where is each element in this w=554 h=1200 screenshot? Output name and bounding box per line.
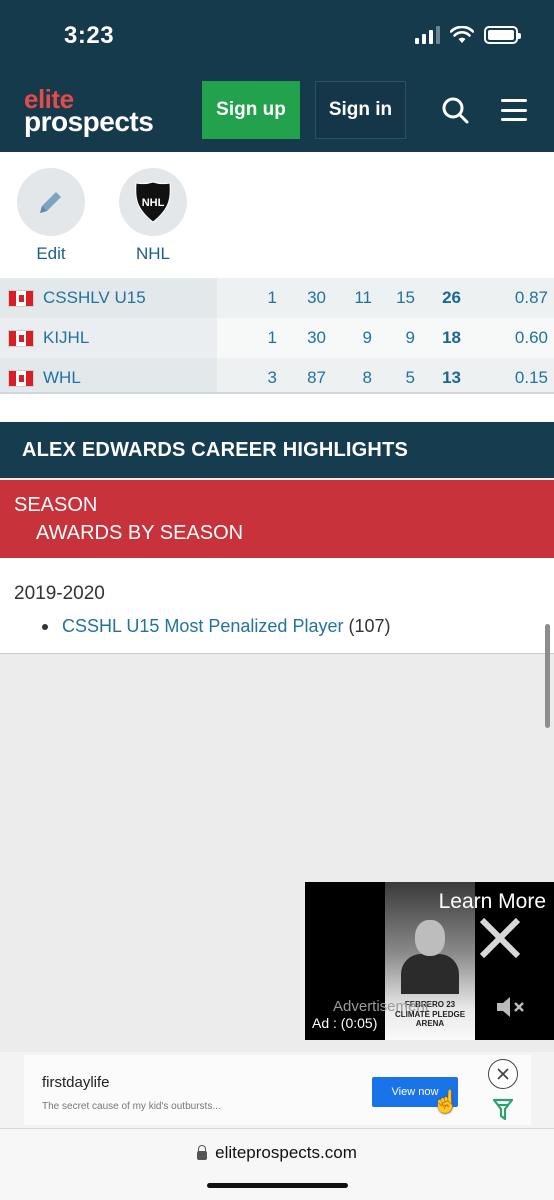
nhl-logo-icon: NHL: [135, 181, 171, 223]
table-row: CSSHLV U15 1 30 11 15 26 0.87: [0, 278, 554, 318]
hamburger-menu-icon[interactable]: [501, 99, 527, 121]
g-cell: 30: [283, 278, 332, 318]
ad-timer: Ad : (0:05): [312, 1015, 378, 1031]
gp-cell: 1: [217, 278, 283, 318]
tp-cell: 15: [378, 278, 421, 318]
award-count: (107): [348, 616, 391, 636]
league-name: CSSHLV U15: [43, 288, 146, 307]
banner-ad-content[interactable]: firstdaylife The secret cause of my kid'…: [24, 1055, 531, 1125]
awards-table-header: SEASON AWARDS BY SEASON: [0, 480, 554, 558]
award-season: 2019-2020: [14, 583, 105, 604]
ad-brand: firstdaylife: [42, 1074, 110, 1091]
pointing-hand-icon: ☝: [432, 1089, 460, 1114]
season-column-label: SEASON: [14, 494, 98, 516]
battery-icon: [484, 26, 521, 44]
lock-icon: [197, 1145, 208, 1161]
league-cell[interactable]: CSSHLV U15: [0, 278, 217, 318]
section-gap: [0, 394, 554, 422]
advertisement-label: Advertisement: [333, 998, 429, 1015]
g-cell: 30: [283, 318, 332, 358]
signin-button[interactable]: Sign in: [315, 81, 406, 139]
ppg-cell: 0.87: [467, 278, 554, 318]
close-icon: [497, 1068, 509, 1080]
bullet: [42, 624, 48, 631]
logo-prospects: prospects: [24, 106, 154, 137]
canada-flag-icon: [8, 290, 34, 308]
nhl-label: NHL: [135, 244, 170, 263]
cellular-signal-icon: [415, 26, 440, 44]
adchoices-icon[interactable]: [491, 1097, 515, 1123]
mute-icon[interactable]: [495, 994, 527, 1020]
ppg-cell: 0.60: [467, 318, 554, 358]
close-icon[interactable]: [477, 915, 523, 961]
table-row: KIJHL 1 30 9 9 18 0.60: [0, 318, 554, 358]
stats-table: CSSHLV U15 1 30 11 15 26 0.87 KIJHL 1 30…: [0, 278, 554, 398]
award-link[interactable]: CSSHL U15 Most Penalized Player: [62, 616, 343, 636]
poster-figure: [401, 954, 459, 994]
league-name: WHL: [43, 368, 81, 387]
url-display[interactable]: eliteprospects.com: [0, 1143, 554, 1163]
pts-cell: 26: [421, 278, 467, 318]
a-cell: 11: [332, 278, 378, 318]
poster-face: [415, 920, 445, 956]
awards-column-label: AWARDS BY SEASON: [36, 522, 244, 544]
player-actions: Edit NHL NHL: [0, 152, 554, 278]
home-indicator[interactable]: [207, 1183, 348, 1188]
edit-label: Edit: [36, 244, 66, 263]
ad-close-button[interactable]: [488, 1059, 518, 1089]
career-highlights-title: ALEX EDWARDS CAREER HIGHLIGHTS: [0, 422, 554, 478]
league-cell[interactable]: KIJHL: [0, 318, 217, 358]
svg-text:NHL: NHL: [142, 197, 165, 209]
awards-list: 2019-2020 CSSHL U15 Most Penalized Playe…: [0, 558, 554, 654]
site-logo[interactable]: elite prospects: [24, 86, 154, 137]
video-ad[interactable]: FEBRERO 23 CLIMATE PLEDGE ARENA Learn Mo…: [305, 882, 554, 1040]
ad-tagline: The secret cause of my kid's outbursts..…: [42, 1101, 221, 1112]
status-icons: [415, 26, 521, 44]
pts-cell: 18: [421, 318, 467, 358]
signup-button[interactable]: Sign up: [202, 81, 300, 139]
search-icon[interactable]: [441, 96, 469, 124]
status-time: 3:23: [64, 22, 115, 49]
browser-url-bar[interactable]: eliteprospects.com: [0, 1128, 554, 1200]
league-name: KIJHL: [43, 328, 90, 347]
gp-cell: 1: [217, 318, 283, 358]
list-item: CSSHL U15 Most Penalized Player (107): [42, 616, 391, 637]
canada-flag-icon: [8, 330, 34, 348]
learn-more-link[interactable]: Learn More: [439, 890, 546, 914]
site-header: 3:23 elite prospects Sign up Sign in: [0, 0, 554, 152]
tp-cell: 9: [378, 318, 421, 358]
nhl-circle: NHL: [119, 168, 187, 236]
wifi-icon: [450, 26, 474, 43]
nhl-action[interactable]: NHL NHL: [118, 168, 188, 264]
url-text: eliteprospects.com: [215, 1143, 357, 1162]
scrollbar[interactable]: [545, 624, 550, 728]
banner-ad[interactable]: firstdaylife The secret cause of my kid'…: [0, 1052, 554, 1128]
canada-flag-icon: [8, 370, 34, 388]
edit-circle: [17, 168, 85, 236]
edit-action[interactable]: Edit: [16, 168, 86, 264]
a-cell: 9: [332, 318, 378, 358]
pencil-icon: [40, 192, 61, 213]
